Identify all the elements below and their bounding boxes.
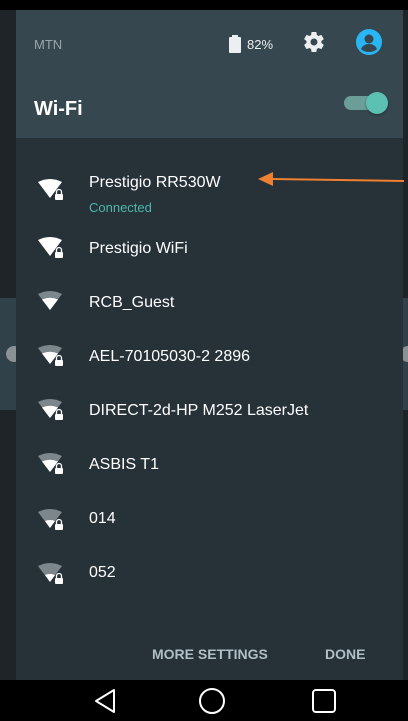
wifi-toggle[interactable] <box>344 92 388 114</box>
lock-icon <box>55 578 63 584</box>
network-name: DIRECT-2d-HP M252 LaserJet <box>89 402 309 419</box>
lock-icon <box>55 194 63 200</box>
network-name: AEL-70105030-2 2896 <box>89 348 251 365</box>
network-item[interactable]: RCB_Guest <box>16 276 403 330</box>
recents-square-icon[interactable] <box>311 688 337 719</box>
wifi-signal-icon <box>36 178 66 207</box>
lock-icon <box>55 524 63 530</box>
navigation-bar <box>0 680 408 721</box>
wifi-signal-icon <box>36 562 66 591</box>
network-item[interactable]: 052 <box>16 546 403 600</box>
network-item[interactable]: ASBIS T1 <box>16 438 403 492</box>
network-name: Prestigio RR530W <box>89 174 221 191</box>
network-list-panel: Prestigio RR530W Connected Prestigio WiF… <box>16 138 403 680</box>
back-triangle-icon[interactable] <box>92 687 118 720</box>
network-name: 014 <box>89 510 116 527</box>
wifi-signal-icon <box>36 508 66 537</box>
lock-icon <box>55 360 63 366</box>
network-name: RCB_Guest <box>89 294 175 311</box>
quick-settings-header: MTN 82% Wi-Fi <box>16 10 403 138</box>
wifi-signal-icon <box>36 398 66 427</box>
network-name: ASBIS T1 <box>89 456 159 473</box>
wifi-signal-icon <box>36 236 66 265</box>
carrier-label: MTN <box>34 37 63 52</box>
network-status: Connected <box>89 200 152 215</box>
wifi-signal-icon <box>36 452 66 481</box>
panel-title: Wi-Fi <box>34 98 83 120</box>
network-item[interactable]: DIRECT-2d-HP M252 LaserJet <box>16 384 403 438</box>
wifi-signal-icon <box>36 290 66 319</box>
network-name: 052 <box>89 564 116 581</box>
lock-icon <box>55 468 63 474</box>
wifi-signal-icon <box>36 344 66 373</box>
battery-percent: 82% <box>247 37 274 52</box>
top-black-strip <box>0 0 408 10</box>
gear-icon[interactable] <box>302 30 326 59</box>
network-item[interactable]: Prestigio WiFi <box>16 222 403 276</box>
done-button[interactable]: DONE <box>325 646 365 662</box>
toggle-thumb <box>366 92 388 114</box>
lock-icon <box>55 252 63 258</box>
network-item[interactable]: AEL-70105030-2 2896 <box>16 330 403 384</box>
home-circle-icon[interactable] <box>198 687 226 720</box>
user-account-icon[interactable] <box>355 28 383 61</box>
network-item[interactable]: Prestigio RR530W Connected <box>16 162 403 216</box>
more-settings-button[interactable]: MORE SETTINGS <box>152 646 268 662</box>
lock-icon <box>55 414 63 420</box>
network-item[interactable]: 014 <box>16 492 403 546</box>
battery-icon <box>228 35 242 58</box>
network-name: Prestigio WiFi <box>89 240 188 257</box>
